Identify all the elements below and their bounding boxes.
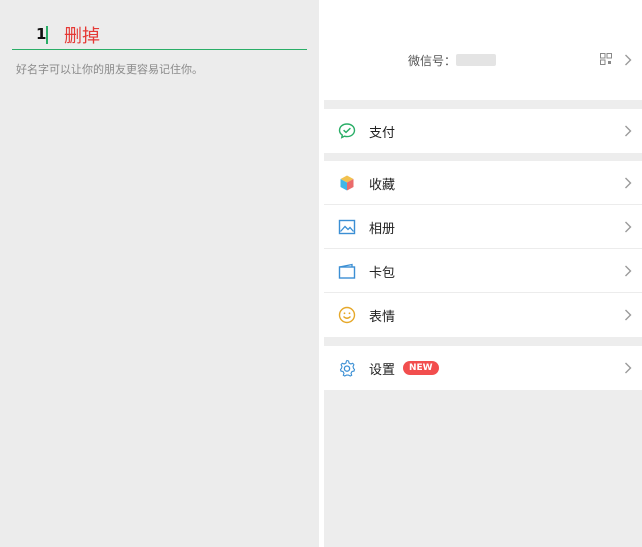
chevron-right-icon: [625, 221, 632, 233]
menu-item-pay[interactable]: 支付: [324, 109, 642, 153]
text-cursor: [46, 26, 48, 44]
profile-header[interactable]: 微信号：: [324, 0, 642, 100]
edit-name-panel: 1 删掉 好名字可以让你的朋友更容易记住你。: [0, 0, 319, 547]
chevron-right-icon: [625, 125, 632, 137]
menu-item-label: 卡包: [369, 266, 396, 281]
settings-group: 设置 NEW: [324, 346, 642, 390]
wechat-pay-icon: [338, 123, 356, 139]
menu-item-stickers[interactable]: 表情: [324, 293, 642, 337]
album-icon: [338, 219, 356, 235]
me-panel: 微信号： 支付 收藏 相册 卡包 表情 设置 NEW: [324, 0, 642, 547]
services-group: 收藏 相册 卡包 表情: [324, 161, 642, 337]
chevron-right-icon: [625, 265, 632, 277]
wechat-id-redacted: [456, 54, 496, 66]
menu-item-label: 表情: [369, 310, 396, 325]
name-input-value[interactable]: 1: [36, 25, 46, 43]
qr-code-icon[interactable]: [600, 53, 612, 65]
menu-item-settings[interactable]: 设置 NEW: [324, 346, 642, 390]
name-hint: 好名字可以让你的朋友更容易记住你。: [16, 63, 203, 76]
chevron-right-icon: [625, 362, 632, 374]
menu-item-label: 收藏: [369, 178, 396, 193]
new-badge: NEW: [403, 361, 439, 375]
menu-item-album[interactable]: 相册: [324, 205, 642, 249]
menu-item-card-wallet[interactable]: 卡包: [324, 249, 642, 293]
settings-gear-icon: [339, 359, 356, 377]
menu-item-favorites[interactable]: 收藏: [324, 161, 642, 205]
menu-item-label: 设置: [369, 363, 396, 378]
name-input-field[interactable]: 1 删掉: [12, 20, 307, 50]
menu-item-label: 相册: [369, 222, 396, 237]
delete-text-overlay: 删掉: [64, 26, 100, 47]
pay-group: 支付: [324, 109, 642, 153]
favorites-cube-icon: [340, 175, 354, 191]
chevron-right-icon: [625, 54, 632, 66]
sticker-smile-icon: [338, 306, 356, 324]
card-wallet-icon: [338, 263, 356, 279]
chevron-right-icon: [625, 309, 632, 321]
chevron-right-icon: [625, 177, 632, 189]
menu-item-label: 支付: [369, 126, 396, 141]
wechat-id-label: 微信号：: [408, 54, 457, 68]
